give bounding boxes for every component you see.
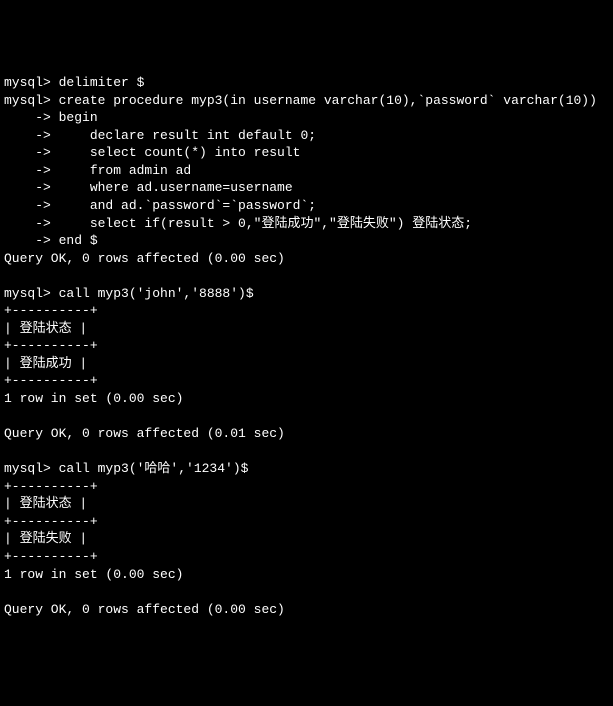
terminal-line: +----------+ [4, 338, 98, 353]
terminal-line: Query OK, 0 rows affected (0.00 sec) [4, 251, 285, 266]
terminal-line: | 登陆成功 | [4, 356, 87, 371]
terminal-line: 1 row in set (0.00 sec) [4, 391, 183, 406]
terminal-line: -> from admin ad [4, 163, 191, 178]
terminal-line: mysql> delimiter $ [4, 75, 144, 90]
terminal-line: -> declare result int default 0; [4, 128, 316, 143]
terminal-line: Query OK, 0 rows affected (0.00 sec) [4, 602, 285, 617]
terminal-line: mysql> call myp3('john','8888')$ [4, 286, 254, 301]
terminal-line: +----------+ [4, 373, 98, 388]
terminal-line: -> and ad.`password`=`password`; [4, 198, 316, 213]
terminal-line: Query OK, 0 rows affected (0.01 sec) [4, 426, 285, 441]
terminal-line: 1 row in set (0.00 sec) [4, 567, 183, 582]
terminal-line: | 登陆失败 | [4, 531, 87, 546]
terminal-line: | 登陆状态 | [4, 496, 87, 511]
terminal-line: mysql> call myp3('哈哈','1234')$ [4, 461, 248, 476]
terminal-line: +----------+ [4, 303, 98, 318]
terminal-line: -> end $ [4, 233, 98, 248]
terminal-line: -> select count(*) into result [4, 145, 300, 160]
terminal-line: -> begin [4, 110, 98, 125]
terminal-line: -> select if(result > 0,"登陆成功","登陆失败") 登… [4, 216, 472, 231]
terminal-line: +----------+ [4, 549, 98, 564]
terminal-line: +----------+ [4, 479, 98, 494]
terminal-line: +----------+ [4, 514, 98, 529]
terminal-line: mysql> create procedure myp3(in username… [4, 93, 597, 108]
terminal-output: mysql> delimiter $ mysql> create procedu… [4, 74, 609, 618]
terminal-line: -> where ad.username=username [4, 180, 293, 195]
terminal-line: | 登陆状态 | [4, 321, 87, 336]
